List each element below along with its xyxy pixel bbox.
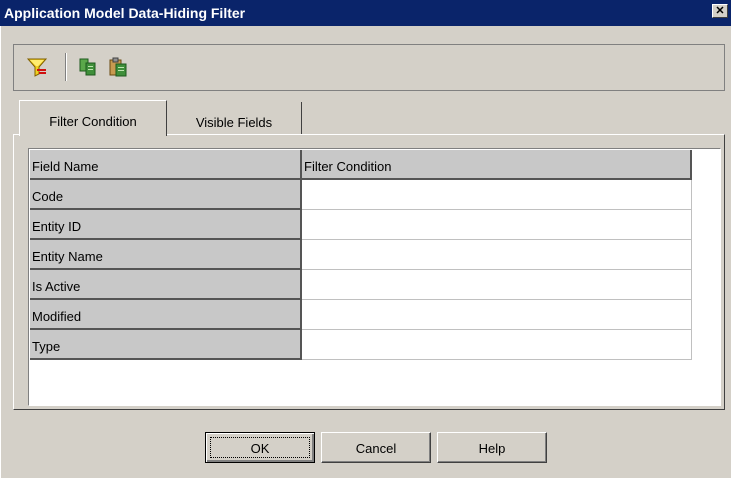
field-name-cell: Type [30, 330, 302, 360]
copy-button[interactable] [77, 56, 99, 78]
window-frame [0, 26, 4, 478]
column-header-field-name[interactable]: Field Name [30, 150, 302, 180]
paste-button[interactable] [107, 56, 129, 78]
window-title: Application Model Data-Hiding Filter [4, 5, 246, 21]
table-row: Code [30, 180, 692, 210]
table-row: Is Active [30, 270, 692, 300]
help-label: Help [478, 441, 506, 456]
field-name-cell: Entity ID [30, 210, 302, 240]
ok-label: OK [250, 441, 270, 456]
close-icon: ✕ [715, 5, 725, 17]
ok-button[interactable]: OK [205, 432, 315, 463]
copy-icon [79, 58, 96, 76]
cancel-label: Cancel [355, 441, 397, 456]
toolbar [13, 44, 725, 91]
help-button[interactable]: Help [437, 432, 547, 463]
tab-label: Filter Condition [49, 114, 137, 129]
filter-condition-cell[interactable] [302, 300, 692, 330]
field-name-cell: Is Active [30, 270, 302, 300]
close-button[interactable]: ✕ [712, 4, 728, 18]
table-row: Entity Name [30, 240, 692, 270]
filter-condition-cell[interactable] [302, 240, 692, 270]
table-row: Type [30, 330, 692, 360]
tab-panel: Field Name Filter Condition Code Entity … [13, 134, 725, 410]
tab-visible-fields[interactable]: Visible Fields [167, 102, 302, 134]
toolbar-separator [65, 53, 67, 81]
tab-container: Filter Condition Visible Fields Field Na… [13, 100, 725, 410]
column-header-filter-condition[interactable]: Filter Condition [302, 150, 692, 180]
field-name-cell: Code [30, 180, 302, 210]
tab-label: Visible Fields [195, 115, 273, 130]
filter-button[interactable] [26, 56, 48, 78]
filter-condition-cell[interactable] [302, 330, 692, 360]
grid-header-row: Field Name Filter Condition [30, 150, 692, 180]
field-name-cell: Entity Name [30, 240, 302, 270]
filter-condition-cell[interactable] [302, 180, 692, 210]
filter-condition-cell[interactable] [302, 210, 692, 240]
table-row: Entity ID [30, 210, 692, 240]
table-row: Modified [30, 300, 692, 330]
cancel-button[interactable]: Cancel [321, 432, 431, 463]
field-name-cell: Modified [30, 300, 302, 330]
tab-filter-condition[interactable]: Filter Condition [19, 100, 167, 136]
filter-icon [26, 58, 48, 77]
filter-grid: Field Name Filter Condition Code Entity … [28, 148, 721, 406]
title-bar: Application Model Data-Hiding Filter ✕ [0, 0, 731, 26]
paste-icon [109, 57, 127, 77]
filter-condition-cell[interactable] [302, 270, 692, 300]
